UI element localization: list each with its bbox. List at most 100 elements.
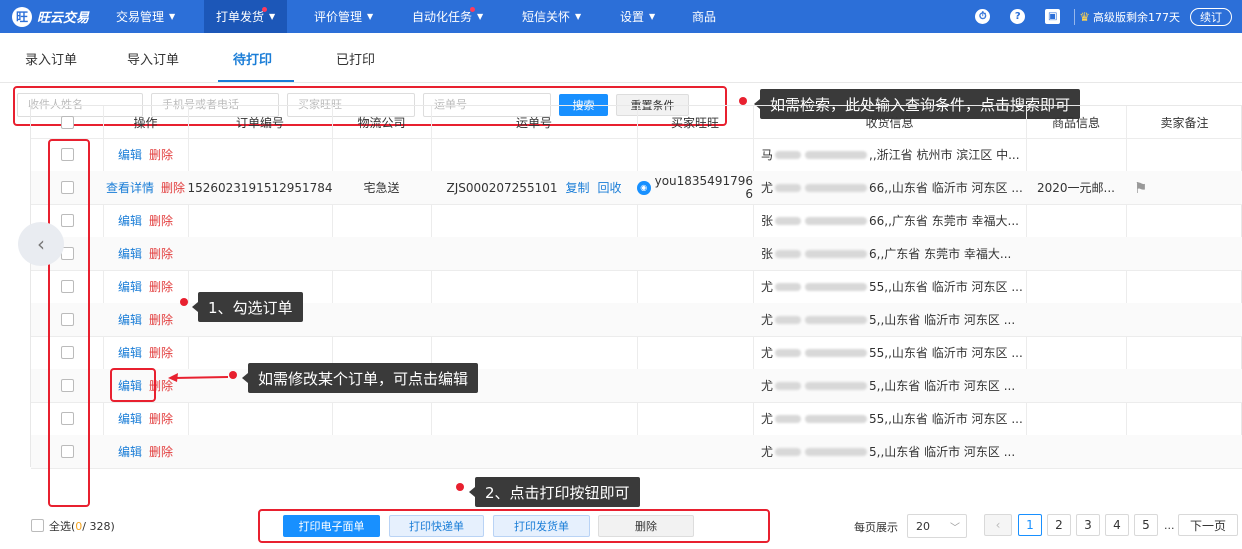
delete-link[interactable]: 删除 <box>149 410 173 427</box>
seller-note-cell <box>1126 204 1242 237</box>
ticket-icon[interactable]: ▣ <box>1045 9 1061 24</box>
wangwang-icon[interactable]: ◉ <box>637 180 651 195</box>
print-invoice-button[interactable]: 打印发货单 <box>493 515 590 537</box>
nav-item-label: 商品 <box>692 10 717 24</box>
callout-edit-tip: 如需修改某个订单，可点击编辑 <box>241 363 479 393</box>
operations-cell: 编辑 删除 <box>103 303 188 336</box>
delete-button[interactable]: 删除 <box>598 515 694 537</box>
orders-table: 操作 订单编号 物流公司 运单号 买家旺旺 收货信息 商品信息 卖家备注 编辑 删除马 ,,浙江省 … <box>30 105 1242 469</box>
column-header: 物流公司 <box>357 115 406 130</box>
help-icon[interactable]: ? <box>1010 9 1026 24</box>
delete-link[interactable]: 删除 <box>161 179 185 196</box>
page-size-select[interactable]: 20 ﹀ <box>907 514 967 538</box>
tab-import-order[interactable]: 导入订单 <box>127 49 179 68</box>
delete-link[interactable]: 删除 <box>149 245 173 262</box>
tab-enter-order[interactable]: 录入订单 <box>25 49 77 68</box>
page-button[interactable]: 5 <box>1134 514 1158 536</box>
logistics-cell <box>332 204 431 237</box>
nav-item[interactable]: 交易管理 ▼ <box>104 0 187 33</box>
address-cell: 尤 55,,山东省 临沂市 河东区 ... <box>753 270 1026 303</box>
select-all-checkbox[interactable] <box>31 519 44 532</box>
delete-link[interactable]: 删除 <box>149 278 173 295</box>
receiver-address: 5,,山东省 临沂市 河东区 ... <box>869 313 1016 327</box>
receiver-name: 马 <box>761 148 774 162</box>
edit-link[interactable]: 编辑 <box>118 245 142 262</box>
version-remaining: 高级版剩余177天 <box>1093 10 1180 24</box>
print-electronic-waybill-button[interactable]: 打印电子面单 <box>283 515 380 537</box>
tab-bar: 录入订单 导入订单 待打印 已打印 <box>0 33 1242 83</box>
select-all-label: 全选(0/ 328) <box>49 520 115 533</box>
address-cell: 尤 66,,山东省 临沂市 河东区 ... <box>753 171 1026 204</box>
page-button[interactable]: 3 <box>1076 514 1100 536</box>
select-all-rows-checkbox[interactable] <box>60 115 74 129</box>
nav-item[interactable]: 打单发货 ▼ <box>204 0 288 33</box>
goods-cell <box>1026 369 1126 402</box>
edit-link[interactable]: 编辑 <box>118 311 142 328</box>
receiver-name: 尤 <box>761 280 774 294</box>
recycle-link[interactable]: 回收 <box>598 179 622 196</box>
next-page-button[interactable]: 下一页 <box>1178 514 1238 536</box>
timer-icon[interactable]: ⏱ <box>975 9 991 24</box>
edit-link[interactable]: 编辑 <box>118 344 142 361</box>
annotation-checkbox-column <box>48 139 90 507</box>
nav-item-label: 设置 <box>620 10 645 24</box>
address-cell: 尤 5,,山东省 临沂市 河东区 ... <box>753 369 1026 402</box>
redacted-text <box>775 381 802 390</box>
print-express-button[interactable]: 打印快递单 <box>389 515 484 537</box>
edit-link[interactable]: 编辑 <box>118 146 142 163</box>
order-number-cell: 1526023191512951784 <box>188 171 332 204</box>
nav-item[interactable]: 评价管理 ▼ <box>302 0 385 33</box>
buyer-cell <box>637 402 753 435</box>
nav-right: ⏱ ? ▣ ♛ 高级版剩余177天 续订 <box>965 0 1242 33</box>
flag-icon[interactable]: ⚑ <box>1134 179 1147 197</box>
nav-item[interactable]: 短信关怀 ▼ <box>510 0 593 33</box>
logo-text: 旺云交易 <box>37 11 90 26</box>
column-header: 卖家备注 <box>1160 115 1209 130</box>
page-button[interactable]: 1 <box>1018 514 1042 536</box>
waybill-cell <box>431 435 637 468</box>
page-button[interactable]: 4 <box>1105 514 1129 536</box>
delete-link[interactable]: 删除 <box>149 146 173 163</box>
edit-link[interactable]: 编辑 <box>118 443 142 460</box>
logo[interactable]: 旺 旺云交易 <box>0 6 104 27</box>
edit-link[interactable]: 编辑 <box>118 410 142 427</box>
view-details-link[interactable]: 查看详情 <box>106 179 154 196</box>
receiver-address: 6,,广东省 东莞市 幸福大... <box>869 247 1012 261</box>
waybill-cell <box>431 204 637 237</box>
nav-item-label: 交易管理 <box>116 10 165 24</box>
receiver-name: 尤 <box>761 313 774 327</box>
tab-printed[interactable]: 已打印 <box>336 49 375 68</box>
active-tab-indicator <box>218 80 294 82</box>
delete-link[interactable]: 删除 <box>149 212 173 229</box>
delete-link[interactable]: 删除 <box>149 344 173 361</box>
address-cell: 马 ,,浙江省 杭州市 滨江区 中... <box>753 138 1026 171</box>
redacted-text <box>805 249 868 258</box>
goods-cell <box>1026 237 1126 270</box>
receiver-address: ,,浙江省 杭州市 滨江区 中... <box>869 148 1020 162</box>
copy-link[interactable]: 复制 <box>565 179 589 196</box>
column-header: 收货信息 <box>865 115 914 130</box>
redacted-text <box>805 150 868 159</box>
nav-item[interactable]: 商品 <box>680 0 728 33</box>
goods-cell <box>1026 435 1126 468</box>
edit-link[interactable]: 编辑 <box>118 278 142 295</box>
delete-link[interactable]: 删除 <box>149 311 173 328</box>
seller-note-cell <box>1126 237 1242 270</box>
column-header: 运单号 <box>515 115 552 130</box>
nav-item[interactable]: 设置 ▼ <box>608 0 667 33</box>
delete-link[interactable]: 删除 <box>149 443 173 460</box>
redacted-text <box>805 348 868 357</box>
page-button[interactable]: 2 <box>1047 514 1071 536</box>
edit-link[interactable]: 编辑 <box>118 212 142 229</box>
renew-button[interactable]: 续订 <box>1190 7 1232 26</box>
redacted-text <box>775 150 802 159</box>
nav-item[interactable]: 自动化任务 ▼ <box>400 0 495 33</box>
receiver-address: 55,,山东省 临沂市 河东区 ... <box>869 412 1023 426</box>
prev-page-button[interactable]: ‹ <box>984 514 1012 536</box>
chevron-down-icon: ﹀ <box>950 522 960 534</box>
tab-pending-print[interactable]: 待打印 <box>233 49 272 68</box>
column-header: 买家旺旺 <box>670 115 719 130</box>
redacted-text <box>805 414 868 423</box>
goods-cell <box>1026 336 1126 369</box>
collapse-left-icon[interactable]: ‹ <box>18 222 64 266</box>
